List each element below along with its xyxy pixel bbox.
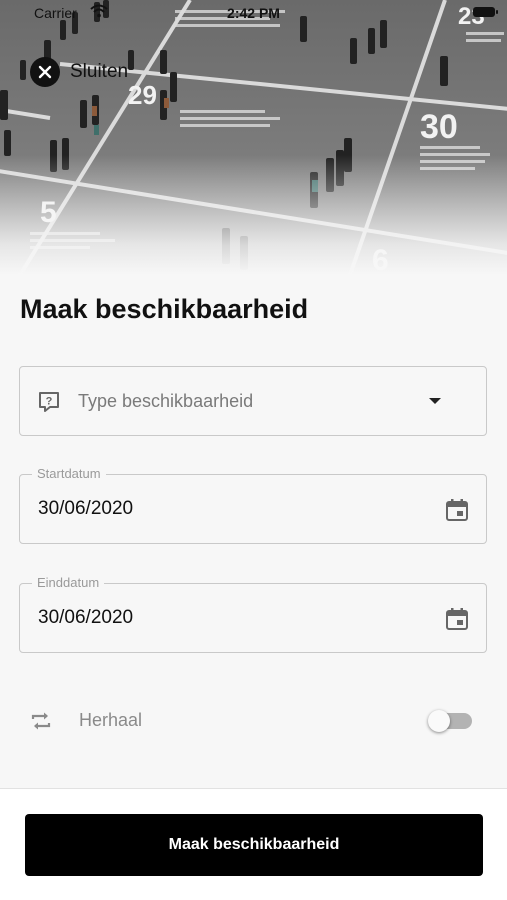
close-label: Sluiten (70, 61, 129, 82)
start-date-field[interactable]: Startdatum 30/06/2020 (19, 466, 487, 544)
page-title: Maak beschikbaarheid (20, 294, 309, 324)
svg-text:?: ? (46, 396, 53, 408)
repeat-icon (31, 712, 51, 730)
close-button[interactable]: Sluiten (30, 56, 128, 88)
end-date-label: Einddatum (32, 575, 105, 590)
hero-number-30: 30 (420, 108, 458, 146)
repeat-toggle[interactable] (428, 710, 474, 732)
start-date-value: 30/06/2020 (38, 498, 134, 519)
hero-fade (0, 155, 507, 275)
end-date-value: 30/06/2020 (38, 607, 134, 628)
repeat-label: Herhaal (79, 710, 143, 730)
header-photo: 30 29 5 23 6 (0, 0, 507, 275)
repeat-row: Herhaal (0, 700, 507, 742)
chevron-down-icon (429, 398, 441, 404)
close-icon (30, 57, 60, 87)
create-availability-button[interactable]: Maak beschikbaarheid (25, 814, 483, 876)
toggle-knob (428, 710, 450, 732)
status-bar: Carrier 2:42 PM (0, 0, 507, 26)
calendar-icon[interactable] (444, 497, 470, 523)
calendar-icon[interactable] (444, 606, 470, 632)
status-time: 2:42 PM (227, 5, 280, 21)
battery-icon (473, 7, 498, 17)
type-availability-placeholder: Type beschikbaarheid (78, 391, 254, 411)
end-date-field[interactable]: Einddatum 30/06/2020 (19, 575, 487, 653)
help-bubble-icon: ? (39, 392, 59, 412)
hero-number-29: 29 (128, 80, 157, 110)
start-date-label: Startdatum (32, 466, 106, 481)
type-availability-select[interactable]: ? Type beschikbaarheid (19, 366, 487, 436)
